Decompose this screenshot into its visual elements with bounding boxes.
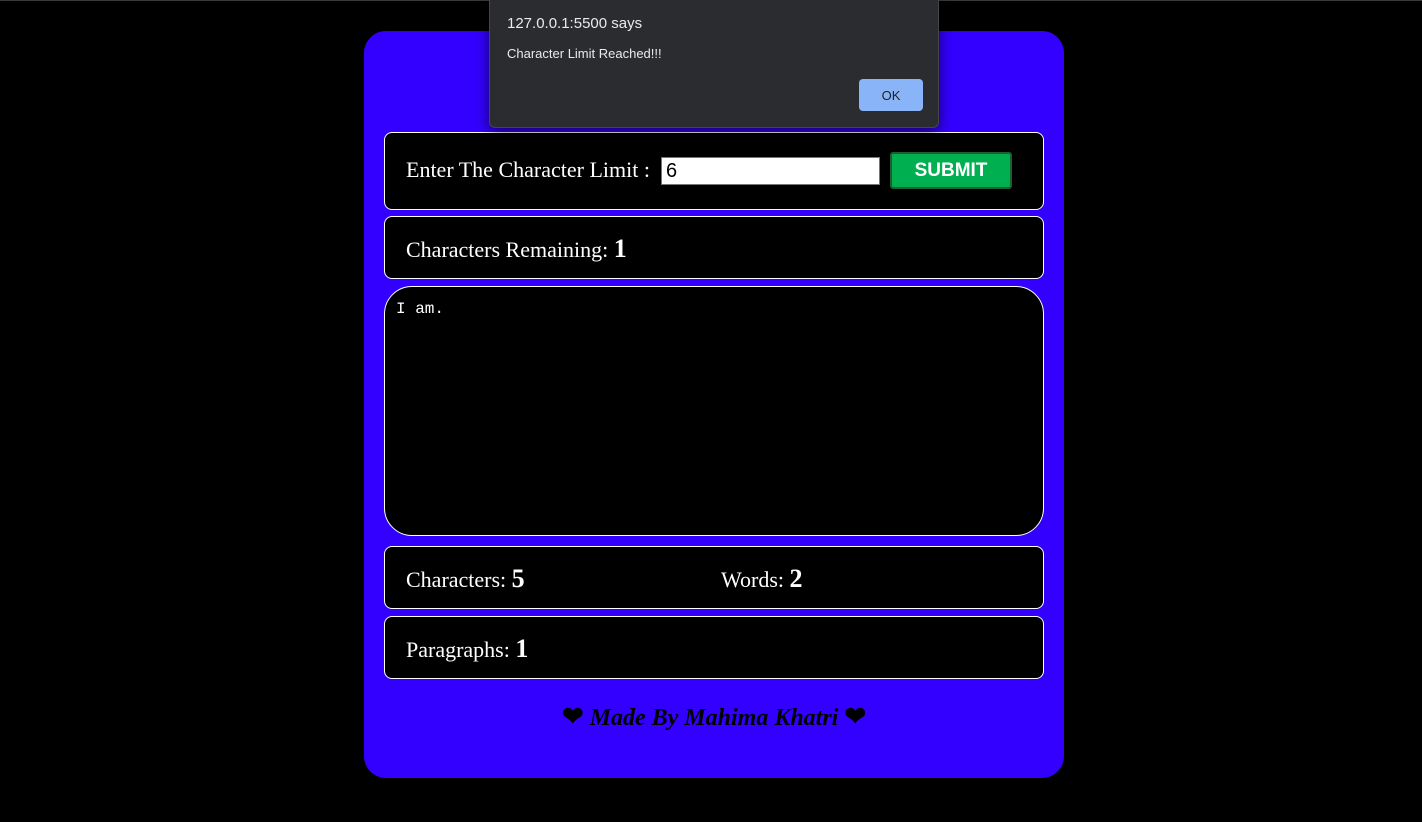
remaining-value: 1 [613, 234, 627, 263]
alert-title: 127.0.0.1:5500 says [507, 15, 643, 32]
counts-panel: Characters: 5 Words: 2 [384, 546, 1044, 609]
characters-value: 5 [511, 564, 525, 593]
characters-label: Characters: [406, 567, 507, 592]
words-value: 2 [789, 564, 803, 593]
submit-button[interactable]: SUBMIT [890, 152, 1012, 189]
words-label: Words: [721, 567, 785, 592]
heart-icon: ❤ [844, 702, 867, 731]
paragraphs-value: 1 [515, 634, 529, 663]
limit-label: Enter The Character Limit : [406, 157, 650, 182]
footer: ❤ Made By Mahima Khatri ❤ [364, 702, 1064, 732]
paragraphs-label: Paragraphs: [406, 637, 510, 662]
words-stat: Words: 2 [721, 564, 803, 594]
paragraphs-panel: Paragraphs: 1 [384, 616, 1044, 679]
remaining-label: Characters Remaining: [406, 237, 609, 262]
alert-ok-button[interactable]: OK [859, 79, 923, 111]
limit-input[interactable] [661, 157, 880, 185]
heart-icon: ❤ [561, 702, 584, 731]
alert-dialog: 127.0.0.1:5500 says Character Limit Reac… [489, 0, 939, 128]
paragraphs-stat: Paragraphs: 1 [406, 634, 528, 664]
remaining-line: Characters Remaining: 1 [406, 234, 627, 264]
limit-panel: Enter The Character Limit : SUBMIT [384, 132, 1044, 210]
footer-text: Made By Mahima Khatri [589, 705, 839, 731]
text-editor[interactable]: I am. [384, 286, 1044, 536]
characters-stat: Characters: 5 [406, 564, 525, 594]
counter-card: Enter The Character Limit : SUBMIT Chara… [364, 31, 1064, 778]
remaining-panel: Characters Remaining: 1 [384, 216, 1044, 279]
alert-message: Character Limit Reached!!! [507, 46, 662, 61]
